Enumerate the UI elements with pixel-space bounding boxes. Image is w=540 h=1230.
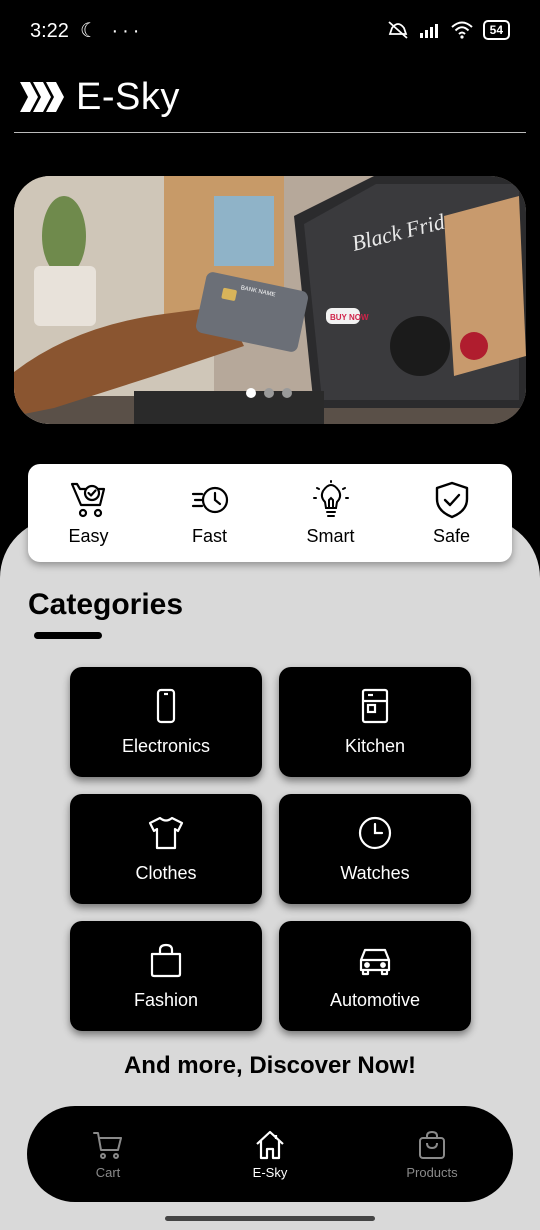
- app-title: E-Sky: [76, 75, 180, 118]
- fast-clock-icon: [191, 486, 228, 513]
- bag-icon: [150, 943, 182, 977]
- logo-icon: [20, 82, 64, 112]
- nav-label: Cart: [95, 1164, 121, 1180]
- cart-icon: [93, 1131, 122, 1159]
- category-label: Electronics: [121, 735, 211, 756]
- status-right-icons: 54: [387, 20, 510, 40]
- feature-label: Fast: [191, 525, 227, 546]
- category-fashion[interactable]: Fashion: [70, 921, 262, 1031]
- feature-fast: Fast: [149, 464, 270, 562]
- cart-check-icon: [70, 482, 105, 517]
- status-notification-icons: ☾ ···: [80, 20, 144, 42]
- feature-label: Safe: [432, 525, 471, 546]
- status-time: 3:22: [30, 20, 69, 42]
- category-label: Automotive: [329, 989, 421, 1010]
- shield-check-icon: [435, 481, 468, 518]
- carousel-dot[interactable]: [246, 388, 256, 398]
- category-watches[interactable]: Watches: [279, 794, 471, 904]
- categories-underline: [34, 632, 102, 639]
- feature-label: Smart: [306, 525, 355, 546]
- status-bar: 3:22 ☾ ··· 54: [0, 0, 540, 64]
- discover-now-link[interactable]: And more, Discover Now!: [0, 1052, 540, 1080]
- bottom-nav: Cart E-Sky Products: [27, 1106, 513, 1202]
- category-label: Watches: [340, 862, 410, 883]
- category-label: Fashion: [133, 989, 199, 1010]
- carousel-dot[interactable]: [264, 388, 274, 398]
- shirt-icon: [148, 816, 184, 849]
- app-header: E-Sky: [18, 72, 180, 122]
- fridge-icon: [361, 688, 389, 723]
- features-card: Easy Fast Smart Safe: [28, 464, 512, 562]
- nav-home[interactable]: E-Sky: [189, 1106, 351, 1202]
- feature-safe: Safe: [391, 464, 512, 562]
- category-label: Kitchen: [344, 735, 406, 756]
- shopping-bag-icon: [419, 1130, 445, 1159]
- category-electronics[interactable]: Electronics: [70, 667, 262, 777]
- category-label: Clothes: [135, 862, 197, 883]
- promo-banner[interactable]: Black Friday BUY NOW BANK NAME: [14, 176, 526, 424]
- categories-title: Categories: [28, 588, 184, 621]
- category-automotive[interactable]: Automotive: [279, 921, 471, 1031]
- banner-promo-button: BUY NOW: [330, 313, 369, 322]
- carousel-dot[interactable]: [282, 388, 292, 398]
- nav-products[interactable]: Products: [351, 1106, 513, 1202]
- nav-cart[interactable]: Cart: [27, 1106, 189, 1202]
- signal-icon: [419, 24, 438, 38]
- feature-smart: Smart: [270, 464, 391, 562]
- categories-grid: Electronics Kitchen Clothes Watches Fash…: [70, 667, 472, 1031]
- banner-image: Black Friday BUY NOW BANK NAME: [14, 176, 526, 424]
- nav-label: Products: [406, 1164, 458, 1180]
- wifi-icon: [450, 21, 473, 39]
- lightbulb-icon: [312, 479, 349, 517]
- clock-icon: [358, 816, 392, 849]
- home-indicator[interactable]: [165, 1216, 375, 1221]
- nav-label: E-Sky: [252, 1164, 288, 1180]
- battery-indicator: 54: [482, 20, 510, 40]
- home-icon: [256, 1130, 284, 1159]
- category-clothes[interactable]: Clothes: [70, 794, 262, 904]
- feature-easy: Easy: [28, 464, 149, 562]
- car-icon: [359, 948, 391, 975]
- mute-icon: [388, 21, 408, 39]
- header-divider: [14, 132, 526, 133]
- category-kitchen[interactable]: Kitchen: [279, 667, 471, 777]
- carousel-dots: [246, 388, 292, 398]
- phone-icon: [156, 688, 176, 723]
- feature-label: Easy: [68, 525, 109, 546]
